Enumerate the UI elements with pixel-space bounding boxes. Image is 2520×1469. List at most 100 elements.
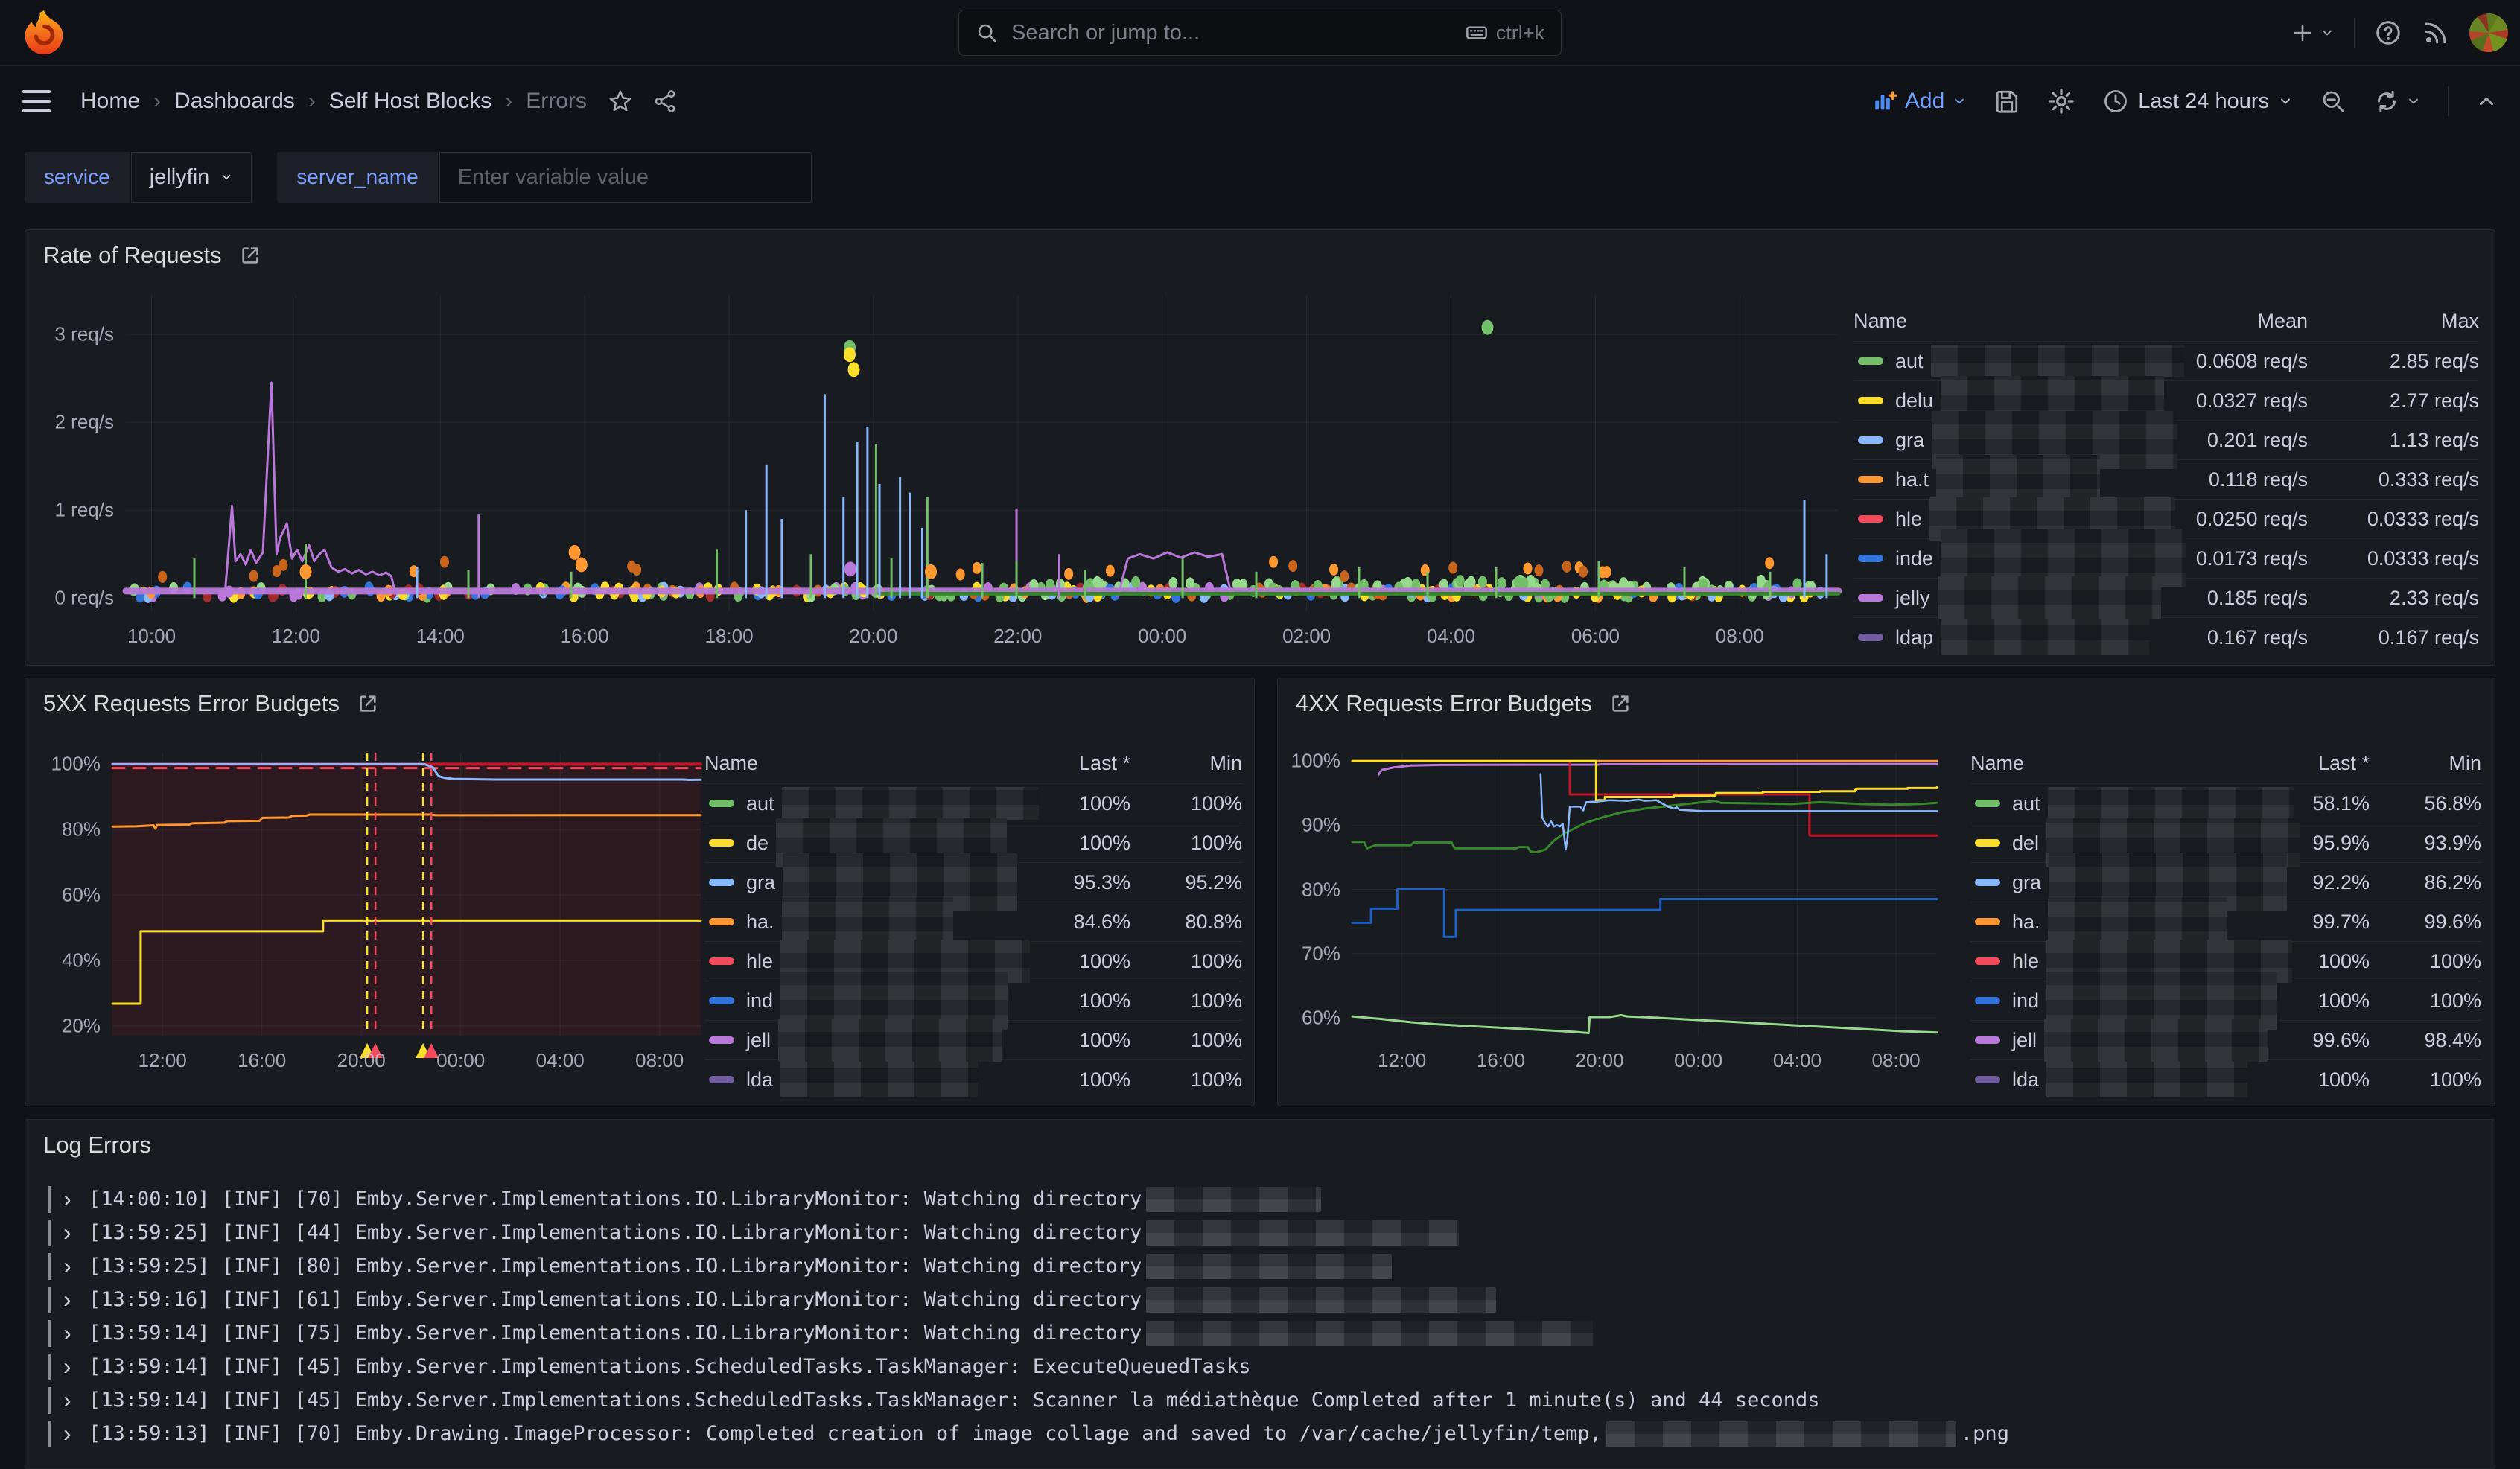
panel-title[interactable]: 4XX Requests Error Budgets (1296, 690, 1592, 717)
expand-log-icon[interactable]: › (63, 1420, 89, 1447)
legend-row[interactable]: aut100%100% (704, 783, 1242, 823)
legend-series-name[interactable]: aut (704, 787, 1004, 820)
legend-row[interactable]: ha.99.7%99.6% (1970, 902, 2481, 941)
variable-picker-service[interactable]: jellyfin (131, 152, 252, 203)
panel-title[interactable]: Rate of Requests (43, 242, 222, 269)
legend-row[interactable]: ldap0.167 req/s0.167 req/s (1854, 617, 2479, 657)
log-line[interactable]: ›[14:00:10] [INF] [70] Emby.Server.Imple… (48, 1182, 2480, 1216)
legend-series-name[interactable]: lda (1970, 1062, 2243, 1097)
legend-col-name[interactable]: Name (1854, 310, 2110, 333)
menu-toggle-icon[interactable] (22, 90, 51, 112)
dashboard-settings-button[interactable] (2047, 87, 2075, 115)
log-line[interactable]: ›[13:59:25] [INF] [80] Emby.Server.Imple… (48, 1249, 2480, 1283)
legend-value: 100% (1004, 832, 1130, 855)
panel-title[interactable]: Log Errors (43, 1132, 151, 1159)
chart-canvas[interactable] (1352, 753, 1937, 1036)
legend-row[interactable]: aut0.0608 req/s2.85 req/s (1854, 341, 2479, 380)
legend-value: 99.6% (2370, 911, 2481, 934)
chart-canvas[interactable] (112, 753, 701, 1036)
help-button[interactable] (2374, 19, 2402, 47)
new-menu-button[interactable] (2291, 22, 2335, 44)
log-message: [13:59:25] [INF] [44] Emby.Server.Implem… (89, 1221, 1142, 1244)
expand-log-icon[interactable]: › (63, 1185, 89, 1213)
legend-col-min[interactable]: Min (2370, 752, 2481, 775)
legend-row[interactable]: gra0.201 req/s1.13 req/s (1854, 420, 2479, 459)
log-line[interactable]: ›[13:59:25] [INF] [44] Emby.Server.Imple… (48, 1216, 2480, 1249)
share-icon[interactable] (652, 89, 678, 114)
grafana-logo[interactable] (21, 9, 67, 57)
expand-log-icon[interactable]: › (63, 1219, 89, 1246)
legend-col-min[interactable]: Min (1130, 752, 1242, 775)
legend-row[interactable]: aut58.1%56.8% (1970, 783, 2481, 823)
legend-row[interactable]: inde0.0173 req/s0.0333 req/s (1854, 538, 2479, 578)
legend-header: NameMeanMax (1854, 302, 2479, 341)
breadcrumb-folder[interactable]: Self Host Blocks (329, 89, 491, 114)
news-button[interactable] (2422, 19, 2450, 47)
legend-value: 0.0333 req/s (2308, 508, 2479, 531)
legend-series-name[interactable]: lda (704, 1062, 1004, 1097)
refresh-button[interactable] (2373, 88, 2421, 115)
legend-col-max[interactable]: Max (2308, 310, 2479, 333)
save-dashboard-button[interactable] (1994, 88, 2020, 115)
collapse-toolbar-button[interactable] (2475, 90, 2498, 112)
divider (2354, 18, 2355, 48)
y-axis-tick-label: 100% (51, 753, 101, 776)
external-link-icon[interactable] (1609, 692, 1632, 716)
legend-col-last[interactable]: Last * (1004, 752, 1130, 775)
legend-series-name[interactable]: jell (704, 1019, 1004, 1062)
legend-series-name[interactable]: aut (1970, 787, 2243, 820)
y-axis-tick-label: 40% (62, 949, 101, 972)
redacted-series-name (778, 1019, 1002, 1062)
star-icon[interactable] (608, 89, 633, 114)
legend-col-mean[interactable]: Mean (2110, 310, 2308, 333)
breadcrumb-home[interactable]: Home (80, 89, 140, 114)
user-avatar[interactable] (2469, 13, 2508, 52)
breadcrumb-dashboards[interactable]: Dashboards (174, 89, 295, 114)
legend-series-name[interactable]: jelly (1854, 576, 2110, 619)
x-axis-tick-label: 20:00 (337, 1049, 386, 1072)
expand-log-icon[interactable]: › (63, 1353, 89, 1380)
legend-col-last[interactable]: Last * (2243, 752, 2370, 775)
redacted-series-name (2048, 787, 2294, 820)
legend-row[interactable]: ind100%100% (1970, 981, 2481, 1020)
expand-log-icon[interactable]: › (63, 1252, 89, 1280)
rate-chart[interactable]: 0 req/s1 req/s2 req/s3 req/s10:0012:0014… (126, 295, 1839, 611)
chart-canvas[interactable] (126, 295, 1839, 611)
external-link-icon[interactable] (238, 243, 262, 267)
legend-series-name[interactable]: aut (1854, 345, 2110, 377)
legend-series-name[interactable]: ldap (1854, 619, 2110, 655)
legend-row[interactable]: gra92.2%86.2% (1970, 862, 2481, 902)
y-axis-tick-label: 80% (1302, 878, 1340, 901)
log-line[interactable]: ›[13:59:14] [INF] [45] Emby.Server.Imple… (48, 1383, 2480, 1417)
zoom-out-button[interactable] (2320, 88, 2346, 115)
log-line[interactable]: ›[13:59:13] [INF] [70] Emby.Drawing.Imag… (48, 1417, 2480, 1450)
log-message: [13:59:25] [INF] [80] Emby.Server.Implem… (89, 1255, 1142, 1278)
legend-row[interactable]: jell99.6%98.4% (1970, 1020, 2481, 1059)
legend-series-name[interactable]: jell (1970, 1019, 2243, 1062)
legend-row[interactable]: ind100%100% (704, 981, 1242, 1020)
legend-row[interactable]: gra95.3%95.2% (704, 862, 1242, 902)
fourxx-chart[interactable]: 60%70%80%90%100%12:0016:0020:0000:0004:0… (1352, 753, 1937, 1036)
legend-row[interactable]: lda100%100% (704, 1059, 1242, 1099)
expand-log-icon[interactable]: › (63, 1319, 89, 1347)
log-line[interactable]: ›[13:59:16] [INF] [61] Emby.Server.Imple… (48, 1283, 2480, 1316)
log-line[interactable]: ›[13:59:14] [INF] [75] Emby.Server.Imple… (48, 1316, 2480, 1350)
search-input[interactable]: Search or jump to... ctrl+k (958, 10, 1562, 56)
external-link-icon[interactable] (356, 692, 380, 716)
time-range-picker[interactable]: Last 24 hours (2102, 88, 2293, 115)
expand-log-icon[interactable]: › (63, 1286, 89, 1313)
x-axis-tick-label: 12:00 (1378, 1049, 1426, 1072)
panel-title[interactable]: 5XX Requests Error Budgets (43, 690, 340, 717)
variable-input-server-name[interactable]: Enter variable value (439, 152, 812, 203)
legend-row[interactable]: jell100%100% (704, 1020, 1242, 1059)
log-line[interactable]: ›[13:59:14] [INF] [45] Emby.Server.Imple… (48, 1350, 2480, 1383)
add-button[interactable]: Add (1872, 89, 1967, 114)
expand-log-icon[interactable]: › (63, 1386, 89, 1414)
fivexx-chart[interactable]: 20%40%60%80%100%12:0016:0020:0000:0004:0… (112, 753, 701, 1036)
legend-col-name[interactable]: Name (704, 752, 1004, 775)
legend-value: 0.167 req/s (2308, 626, 2479, 649)
legend-row[interactable]: lda100%100% (1970, 1059, 2481, 1099)
clock-icon (2102, 88, 2129, 115)
legend-col-name[interactable]: Name (1970, 752, 2243, 775)
log-level-bar (48, 1320, 51, 1347)
